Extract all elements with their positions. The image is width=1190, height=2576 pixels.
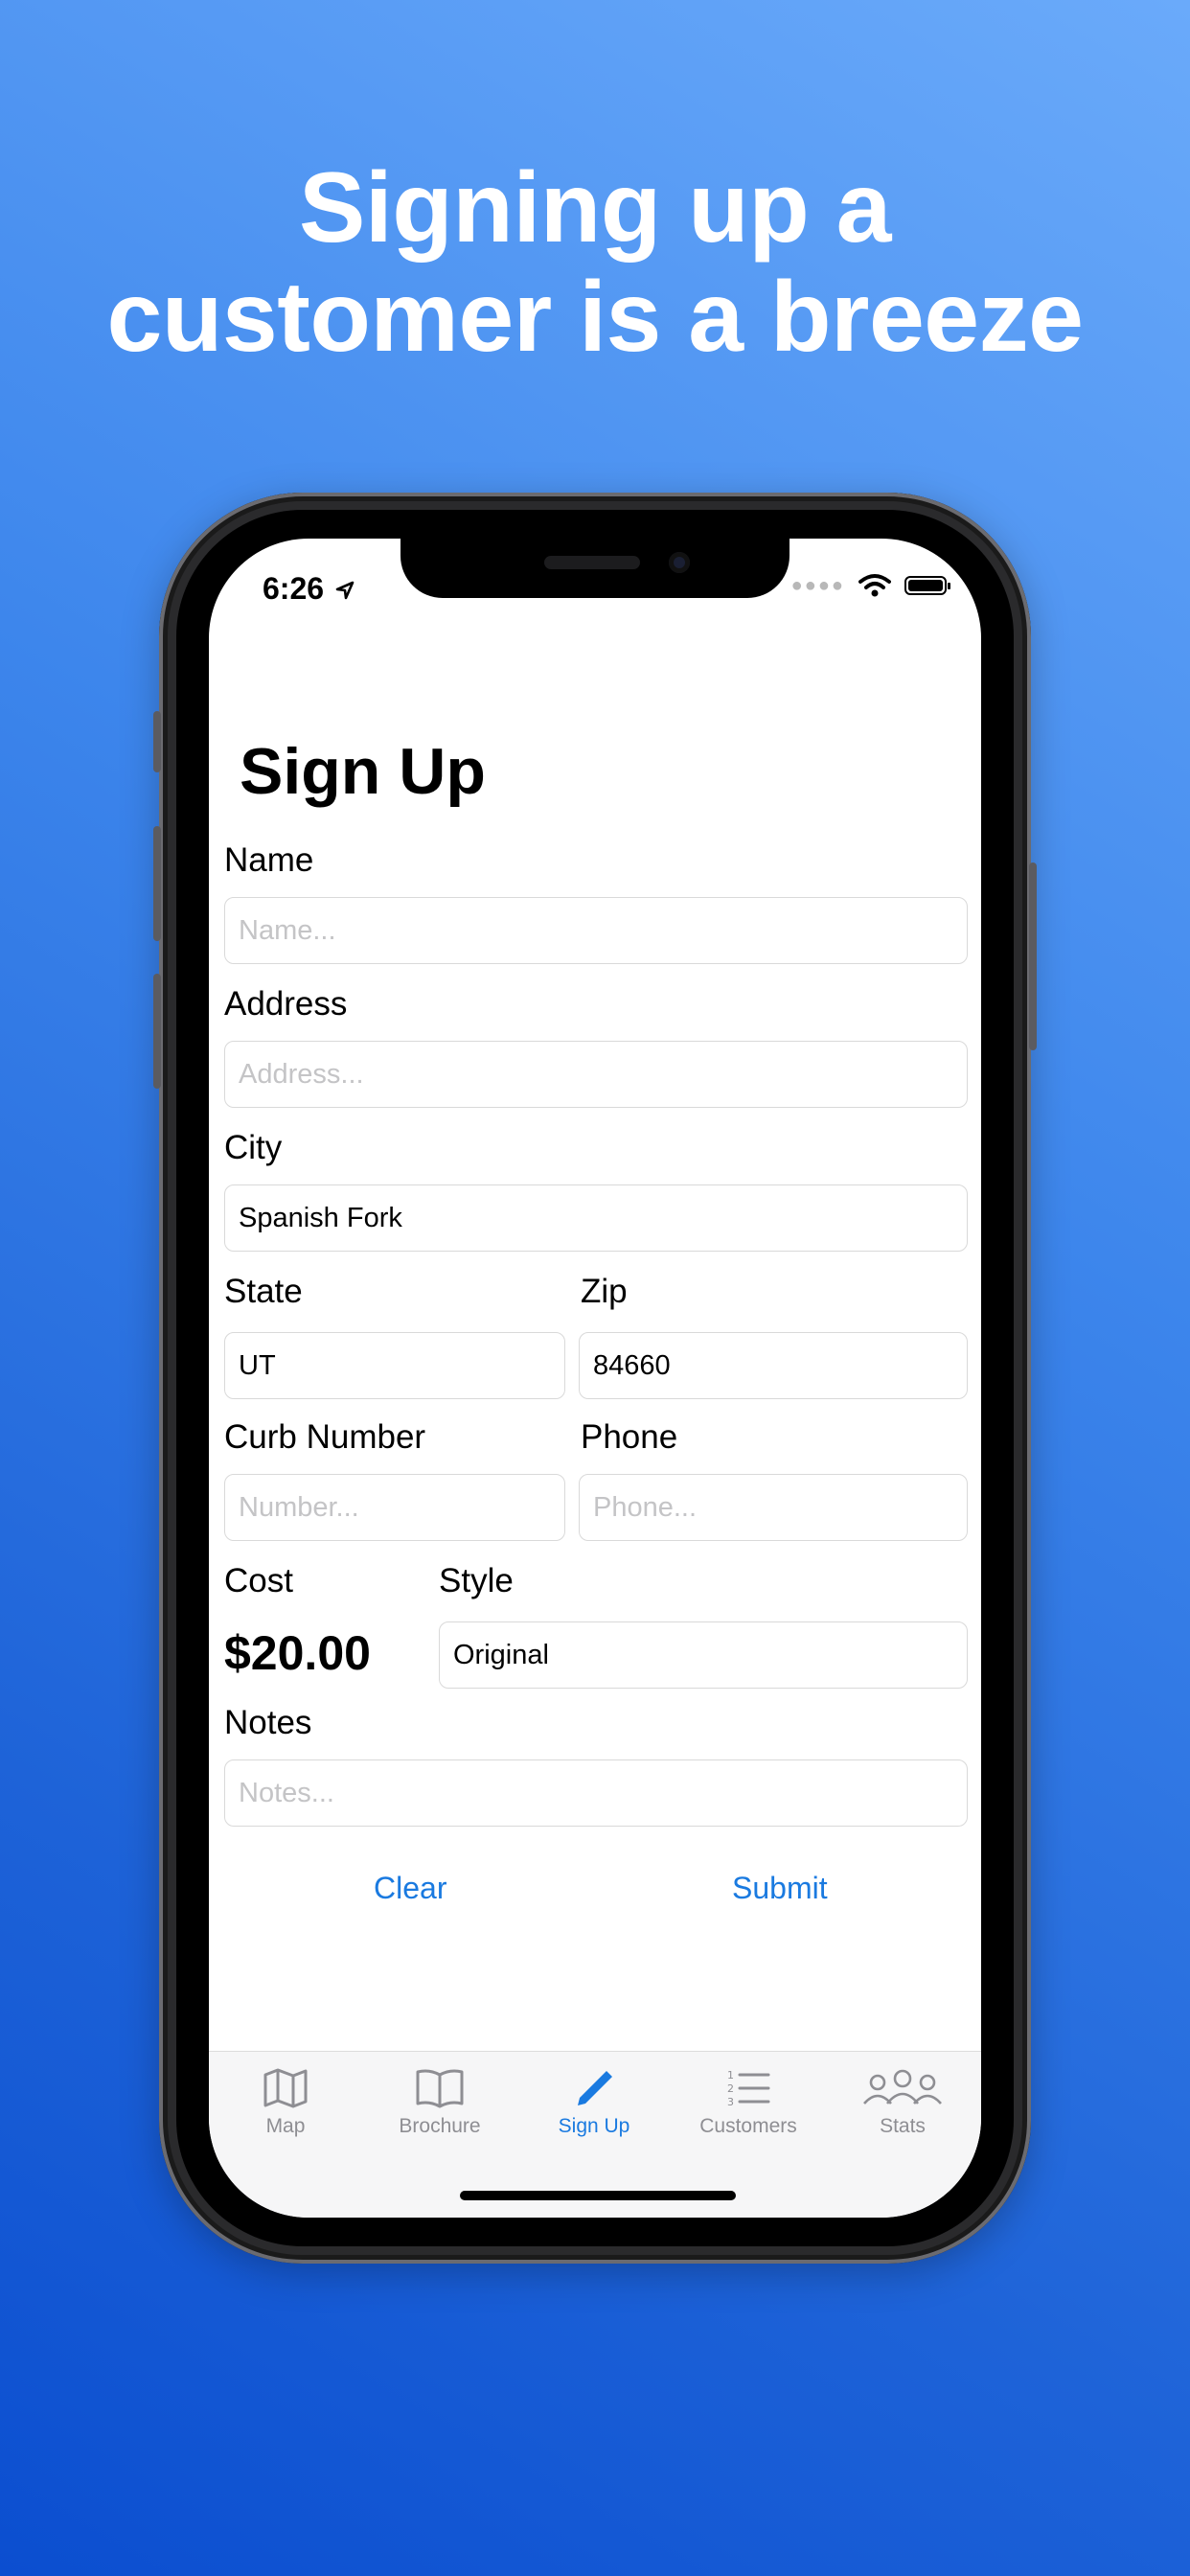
phone-input[interactable]: Phone... <box>579 1474 968 1541</box>
state-label: State <box>224 1273 303 1310</box>
signal-dots-icon: ●●●● <box>790 574 845 596</box>
phone-label: Phone <box>581 1418 678 1456</box>
headline-line-1: Signing up a <box>299 152 891 264</box>
tab-map-label: Map <box>265 2115 306 2137</box>
pencil-icon <box>578 2071 612 2105</box>
headline: Signing up a customer is a breeze <box>0 153 1190 372</box>
curb-number-label: Curb Number <box>224 1418 426 1456</box>
tab-map[interactable]: Map <box>209 2067 362 2138</box>
svg-text:3: 3 <box>727 2096 734 2108</box>
tab-brochure-label: Brochure <box>399 2115 481 2137</box>
silent-switch <box>153 711 161 772</box>
curb-number-input[interactable]: Number... <box>224 1474 565 1541</box>
volume-down-button <box>153 974 161 1089</box>
battery-icon <box>904 576 950 595</box>
cost-value: $20.00 <box>224 1626 371 1680</box>
svg-text:1: 1 <box>727 2069 734 2082</box>
notes-input[interactable]: Notes... <box>224 1760 968 1827</box>
name-input[interactable]: Name... <box>224 897 968 964</box>
style-select[interactable]: Original <box>439 1622 968 1689</box>
headline-line-2: customer is a breeze <box>106 262 1084 373</box>
notes-label: Notes <box>224 1704 312 1741</box>
home-indicator <box>460 2191 736 2200</box>
people-icon <box>863 2069 942 2104</box>
phone-screen: 6:26 ●●●● Sign Up Name Name... Address A… <box>209 539 981 2218</box>
submit-button[interactable]: Submit <box>732 1871 828 1906</box>
state-input[interactable]: UT <box>224 1332 565 1399</box>
name-label: Name <box>224 841 314 879</box>
zip-label: Zip <box>581 1273 628 1310</box>
location-arrow-icon <box>335 581 355 600</box>
city-input[interactable]: Spanish Fork <box>224 1184 968 1252</box>
front-camera <box>669 552 690 573</box>
zip-input[interactable]: 84660 <box>579 1332 968 1399</box>
notch <box>400 539 790 598</box>
tab-stats-label: Stats <box>880 2115 926 2137</box>
svg-text:2: 2 <box>727 2082 734 2095</box>
tab-customers-label: Customers <box>699 2115 797 2137</box>
wifi-icon <box>858 574 891 597</box>
tab-brochure[interactable]: Brochure <box>363 2067 516 2138</box>
style-label: Style <box>439 1562 514 1599</box>
power-button <box>1029 862 1037 1050</box>
page-title: Sign Up <box>240 735 486 808</box>
status-indicators: ●●●● <box>790 573 950 598</box>
address-label: Address <box>224 985 348 1023</box>
clear-button[interactable]: Clear <box>374 1871 446 1906</box>
status-time: 6:26 <box>263 571 355 607</box>
address-input[interactable]: Address... <box>224 1041 968 1108</box>
cost-label: Cost <box>224 1562 293 1599</box>
map-icon <box>263 2068 308 2108</box>
tab-stats[interactable]: Stats <box>826 2067 979 2138</box>
tab-sign-up[interactable]: Sign Up <box>517 2067 671 2138</box>
volume-up-button <box>153 826 161 941</box>
speaker <box>544 556 640 569</box>
city-label: City <box>224 1129 283 1166</box>
tab-customers[interactable]: 1 2 3 Customers <box>672 2067 825 2138</box>
tab-sign-up-label: Sign Up <box>558 2115 630 2137</box>
book-icon <box>416 2069 464 2108</box>
numbered-list-icon: 1 2 3 <box>727 2069 770 2108</box>
